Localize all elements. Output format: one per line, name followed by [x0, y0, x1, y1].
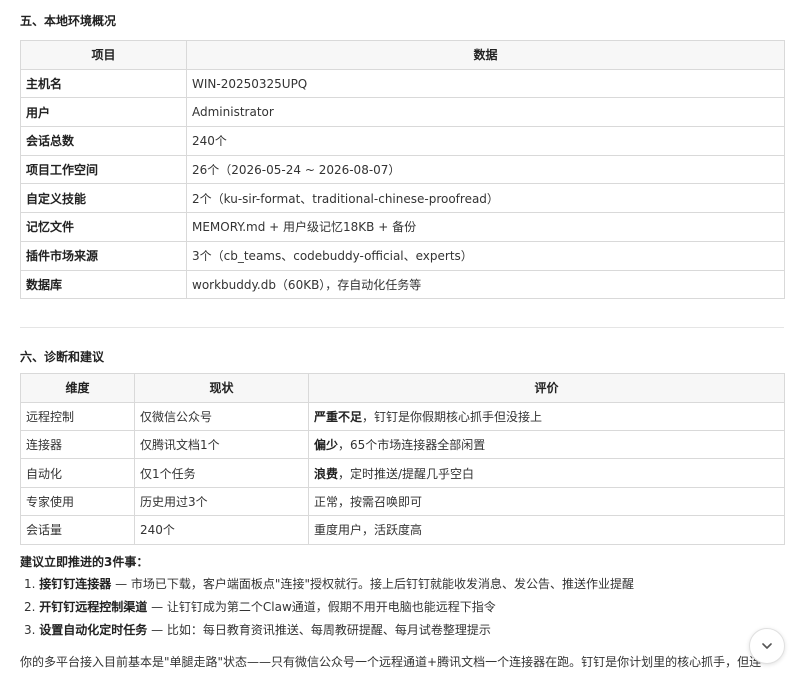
evaluation-cell: 浪费，定时推送/提醒几乎空白 — [308, 458, 785, 488]
table-row: 用户 Administrator — [20, 97, 785, 128]
status-cell: 仅微信公众号 — [134, 401, 309, 431]
env-value-cell: 2个（ku-sir-format、traditional-chinese-pro… — [186, 183, 785, 214]
dimension-cell: 自动化 — [20, 458, 135, 488]
col-header-item: 项目 — [20, 40, 187, 70]
evaluation-cell: 严重不足，钉钉是你假期核心抓手但没接上 — [308, 401, 785, 431]
table-row: 插件市场来源 3个（cb_teams、codebuddy-official、exp… — [20, 240, 785, 271]
env-item-cell: 主机名 — [20, 68, 187, 99]
env-item-cell: 自定义技能 — [20, 183, 187, 214]
evaluation-detail: 正常，按需召唤即可 — [314, 494, 423, 509]
section6-title: 六、诊断和建议 — [20, 350, 105, 365]
evaluation-verdict: 严重不足 — [314, 409, 363, 424]
env-value-cell: 26个（2026-05-24 ~ 2026-08-07） — [186, 154, 785, 185]
env-item-cell: 数据库 — [20, 269, 187, 300]
status-cell: 历史用过3个 — [134, 486, 309, 517]
list-number: 1. — [24, 576, 36, 591]
env-item-cell: 项目工作空间 — [20, 154, 187, 185]
table-row: 连接器 仅腾讯文档1个 偏少，65个市场连接器全部闲置 — [20, 429, 785, 460]
env-item-cell: 记忆文件 — [20, 212, 187, 242]
table-row: 自定义技能 2个（ku-sir-format、traditional-chines… — [20, 183, 785, 214]
env-value-cell: MEMORY.md + 用户级记忆18KB + 备份 — [186, 212, 785, 242]
summary-paragraph: 你的多平台接入目前基本是"单腿走路"状态——只有微信公众号一个远程通道+腾讯文档… — [20, 654, 762, 669]
dimension-cell: 远程控制 — [20, 401, 135, 431]
env-item-cell: 插件市场来源 — [20, 240, 187, 271]
col-header-evaluation: 评价 — [308, 373, 785, 403]
env-value-cell: workbuddy.db（60KB），存自动化任务等 — [186, 269, 785, 300]
evaluation-cell: 偏少，65个市场连接器全部闲置 — [308, 429, 785, 460]
document-body: 五、本地环境概况 项目 数据 主机名 WIN-20250325UPQ 用户 Admin… — [0, 0, 800, 673]
table-row: 专家使用 历史用过3个 正常，按需召唤即可 — [20, 486, 785, 517]
evaluation-cell: 重度用户，活跃度高 — [308, 515, 785, 545]
diagnosis-table-header: 维度 现状 评价 — [20, 373, 785, 403]
evaluation-detail: 重度用户，活跃度高 — [314, 523, 423, 538]
chevron-down-icon — [762, 643, 772, 649]
table-row: 会话总数 240个 — [20, 126, 785, 156]
recommend-title: 建议立即推进的3件事： — [20, 554, 149, 569]
recommend-detail: — 市场已下载，客户端面板点"连接"授权就行。接上后钉钉就能收发消息、发公告、推… — [111, 576, 634, 591]
col-header-data: 数据 — [186, 40, 785, 70]
dimension-cell: 专家使用 — [20, 486, 135, 517]
status-cell: 240个 — [134, 515, 309, 545]
env-item-cell: 用户 — [20, 97, 187, 128]
diagnosis-table: 维度 现状 评价 远程控制 仅微信公众号 严重不足，钉钉是你假期核心抓手但没接上 连接… — [20, 373, 785, 545]
evaluation-detail: ，钉钉是你假期核心抓手但没接上 — [362, 409, 543, 424]
table-row: 数据库 workbuddy.db（60KB），存自动化任务等 — [20, 269, 785, 300]
table-row: 主机名 WIN-20250325UPQ — [20, 68, 785, 99]
recommend-heading: 设置自动化定时任务 — [39, 622, 148, 637]
list-number: 3. — [24, 622, 36, 637]
dimension-cell: 会话量 — [20, 515, 135, 545]
evaluation-verdict: 浪费 — [314, 466, 339, 481]
recommend-heading: 接钉钉连接器 — [39, 576, 112, 591]
table-row: 项目工作空间 26个（2026-05-24 ~ 2026-08-07） — [20, 154, 785, 185]
evaluation-detail: ，65个市场连接器全部闲置 — [338, 438, 486, 453]
dimension-cell: 连接器 — [20, 429, 135, 460]
col-header-status: 现状 — [134, 373, 309, 403]
table-row: 会话量 240个 重度用户，活跃度高 — [20, 515, 785, 545]
table-row: 记忆文件 MEMORY.md + 用户级记忆18KB + 备份 — [20, 212, 785, 242]
recommend-detail: — 让钉钉成为第二个Claw通道，假期不用开电脑也能远程下指令 — [147, 599, 496, 614]
status-cell: 仅1个任务 — [134, 458, 309, 488]
environment-table: 项目 数据 主机名 WIN-20250325UPQ 用户 Administrator 会… — [20, 40, 785, 300]
evaluation-cell: 正常，按需召唤即可 — [308, 486, 785, 517]
scroll-down-button[interactable] — [749, 628, 785, 664]
list-item: 3. 设置自动化定时任务 — 比如：每日教育资讯推送、每周教研提醒、每月试卷整理… — [20, 619, 784, 642]
recommend-heading: 开钉钉远程控制渠道 — [39, 599, 148, 614]
recommend-detail: — 比如：每日教育资讯推送、每周教研提醒、每月试卷整理提示 — [147, 622, 491, 637]
table-row: 远程控制 仅微信公众号 严重不足，钉钉是你假期核心抓手但没接上 — [20, 401, 785, 431]
section-divider — [20, 327, 784, 329]
list-item: 1. 接钉钉连接器 — 市场已下载，客户端面板点"连接"授权就行。接上后钉钉就能… — [20, 573, 784, 596]
env-value-cell: WIN-20250325UPQ — [186, 68, 785, 99]
list-item: 2. 开钉钉远程控制渠道 — 让钉钉成为第二个Claw通道，假期不用开电脑也能远… — [20, 596, 784, 619]
status-cell: 仅腾讯文档1个 — [134, 429, 309, 460]
col-header-dimension: 维度 — [20, 373, 135, 403]
env-value-cell: 240个 — [186, 126, 785, 156]
env-value-cell: 3个（cb_teams、codebuddy-official、experts） — [186, 240, 785, 271]
section5-title: 五、本地环境概况 — [20, 14, 117, 28]
environment-table-header: 项目 数据 — [20, 40, 785, 70]
env-item-cell: 会话总数 — [20, 126, 187, 156]
evaluation-verdict: 偏少 — [314, 438, 339, 453]
env-value-cell: Administrator — [186, 97, 785, 128]
recommend-list: 1. 接钉钉连接器 — 市场已下载，客户端面板点"连接"授权就行。接上后钉钉就能… — [20, 573, 784, 642]
evaluation-detail: ，定时推送/提醒几乎空白 — [338, 466, 475, 481]
table-row: 自动化 仅1个任务 浪费，定时推送/提醒几乎空白 — [20, 458, 785, 488]
list-number: 2. — [24, 599, 36, 614]
